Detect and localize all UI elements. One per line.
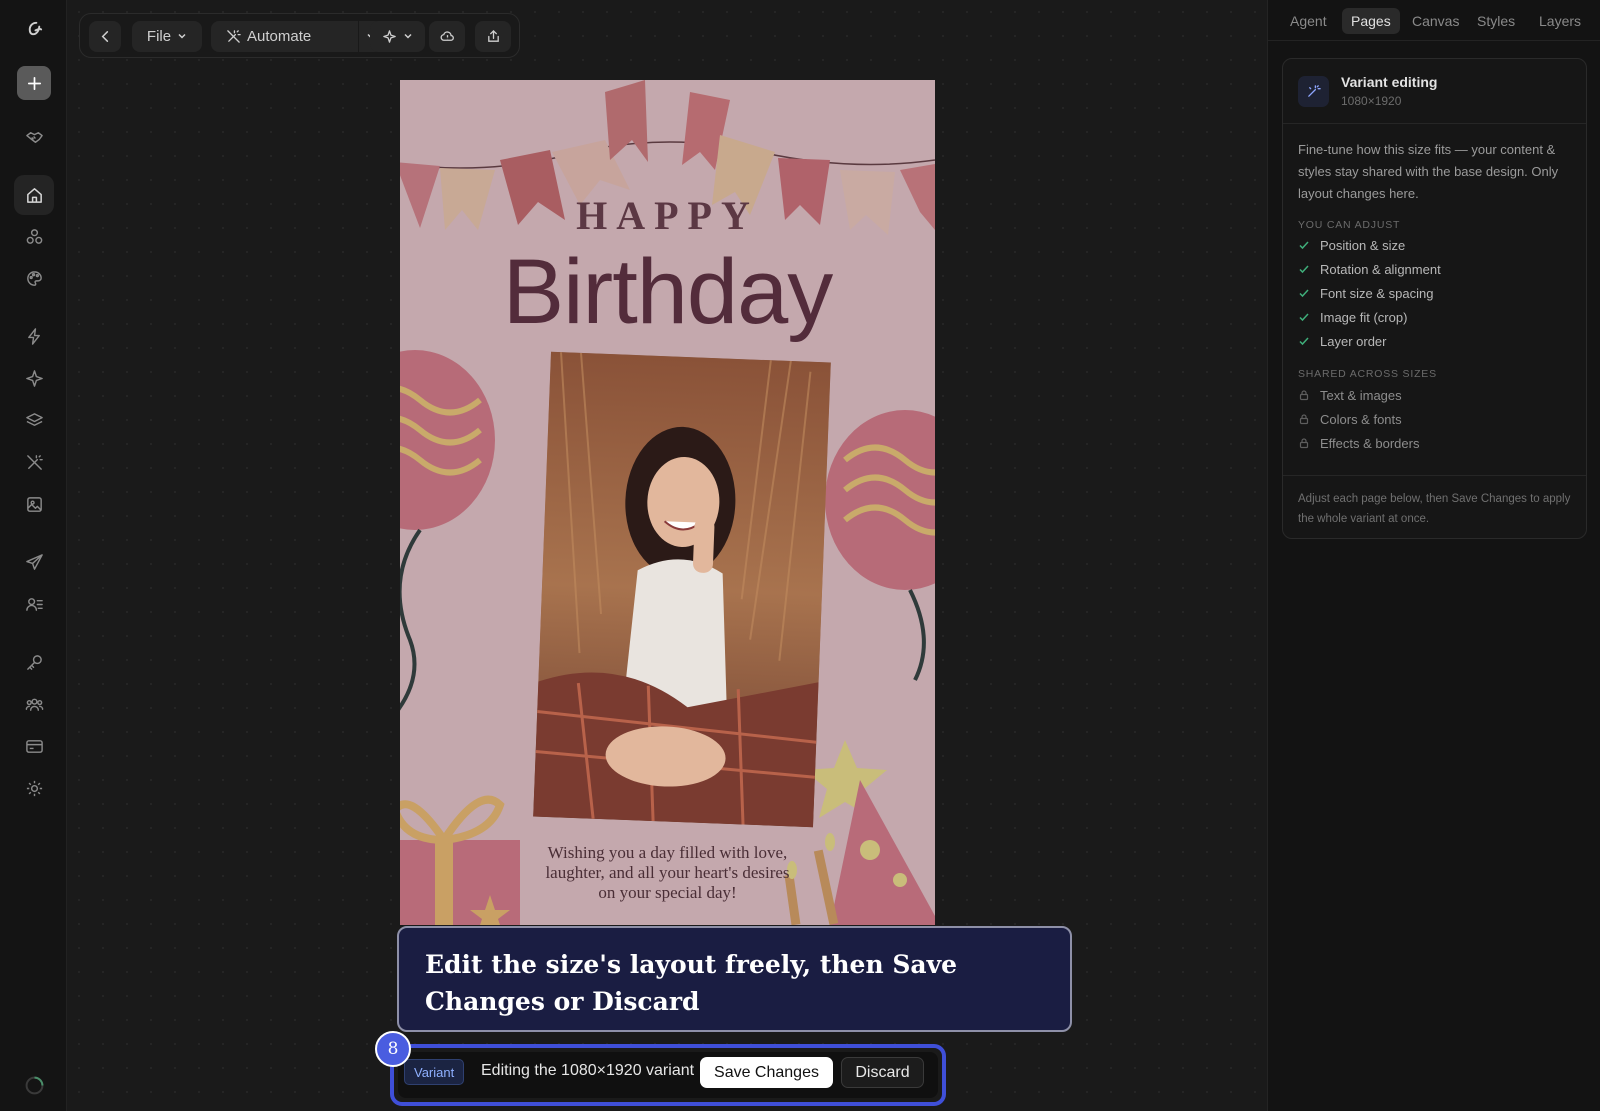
design-message-line: Wishing you a day filled with love, <box>547 843 788 862</box>
shapes-icon[interactable] <box>19 221 49 251</box>
automate-label: Automate <box>247 28 312 45</box>
app-root: File Automate HAPPY Birthday Wishing you… <box>0 0 1600 1111</box>
check-icon <box>1298 263 1310 275</box>
design-message-line: on your special day! <box>598 883 737 902</box>
layers-icon[interactable] <box>19 405 49 435</box>
app-logo-icon[interactable] <box>19 13 49 43</box>
check-icon <box>1298 335 1310 347</box>
key-icon[interactable] <box>19 647 49 677</box>
magic-wand-icon <box>1298 76 1329 107</box>
chevron-left-icon <box>101 31 108 42</box>
send-icon[interactable] <box>19 547 49 577</box>
design-message[interactable]: Wishing you a day filled with love, laug… <box>500 843 835 903</box>
lock-icon <box>1298 437 1310 449</box>
shared-item-label: Colors & fonts <box>1320 411 1402 427</box>
design-heading-birthday[interactable]: Birthday <box>400 240 935 345</box>
tooltip-text: Edit the size's layout freely, then Save… <box>425 950 958 1016</box>
variant-status-text: Editing the 1080×1920 variant <box>481 1062 695 1079</box>
portrait-photo-illustration <box>533 351 831 828</box>
variant-tag: Variant <box>404 1059 465 1085</box>
file-menu-label: File <box>146 28 172 45</box>
shared-item: Text & images <box>1298 385 1402 405</box>
variant-editing-card: Variant editing 1080×1920 Fine-tune how … <box>1282 58 1587 539</box>
shared-item-label: Text & images <box>1320 387 1402 403</box>
save-changes-button[interactable]: Save Changes <box>700 1057 833 1088</box>
chevron-down-icon <box>403 28 413 45</box>
cloud-sync-button[interactable] <box>429 21 465 52</box>
home-icon[interactable] <box>14 175 54 215</box>
tab-canvas[interactable]: Canvas <box>1403 8 1468 34</box>
right-panel: Agent Pages Canvas Styles Layers Variant… <box>1267 0 1600 1111</box>
palette-icon[interactable] <box>19 263 49 293</box>
design-message-line: laughter, and all your heart's desires <box>545 863 790 882</box>
shared-item: Effects & borders <box>1298 433 1419 453</box>
card-footer-hint: Adjust each page below, then Save Change… <box>1283 475 1586 542</box>
lightning-icon[interactable] <box>19 321 49 351</box>
check-icon <box>1298 287 1310 299</box>
contacts-icon[interactable] <box>19 589 49 619</box>
card-description: Fine-tune how this size fits — your cont… <box>1298 142 1559 201</box>
variant-bar-highlight: Variant Editing the 1080×1920 variant Sa… <box>390 1044 946 1106</box>
card-header: Variant editing 1080×1920 <box>1283 59 1586 124</box>
design-heading-happy[interactable]: HAPPY <box>400 192 935 239</box>
adjust-item-label: Rotation & alignment <box>1320 261 1441 277</box>
team-icon[interactable] <box>19 689 49 719</box>
sparkle-icon <box>383 30 396 43</box>
lock-icon <box>1298 413 1310 425</box>
adjust-item-label: Image fit (crop) <box>1320 309 1408 325</box>
lock-icon <box>1298 389 1310 401</box>
tab-styles[interactable]: Styles <box>1468 8 1524 34</box>
shared-item-label: Effects & borders <box>1320 435 1420 451</box>
share-export-button[interactable] <box>475 21 511 52</box>
sparkle-icon[interactable] <box>19 363 49 393</box>
card-subtitle: 1080×1920 <box>1341 94 1402 108</box>
card-title: Variant editing <box>1341 74 1438 90</box>
billing-card-icon[interactable] <box>19 731 49 761</box>
magic-wand-off-icon[interactable] <box>19 447 49 477</box>
adjust-heading: YOU CAN ADJUST <box>1298 219 1401 231</box>
adjust-item: Layer order <box>1298 331 1386 351</box>
adjust-item-label: Position & size <box>1320 237 1406 253</box>
left-rail <box>0 0 67 1111</box>
adjust-item: Position & size <box>1298 235 1405 255</box>
wand-off-icon <box>227 30 241 43</box>
cloud-alert-icon <box>440 31 454 41</box>
back-button[interactable] <box>89 21 121 52</box>
adjust-item: Rotation & alignment <box>1298 259 1441 279</box>
settings-gear-icon[interactable] <box>19 773 49 803</box>
shared-heading: SHARED ACROSS SIZES <box>1298 368 1437 380</box>
adjust-item-label: Layer order <box>1320 333 1387 349</box>
tab-agent[interactable]: Agent <box>1281 8 1336 34</box>
panel-tabs: Agent Pages Canvas Styles Layers <box>1268 0 1600 41</box>
automate-button[interactable]: Automate <box>211 21 358 52</box>
step-number-badge: 8 <box>375 1031 411 1067</box>
adjust-item-label: Font size & spacing <box>1320 285 1434 301</box>
share-icon <box>487 29 499 42</box>
image-icon[interactable] <box>19 489 49 519</box>
design-photo[interactable] <box>533 351 831 828</box>
tab-layers[interactable]: Layers <box>1530 8 1590 34</box>
shared-item: Colors & fonts <box>1298 409 1402 429</box>
design-artboard[interactable]: HAPPY Birthday Wishing you a day filled … <box>400 80 935 925</box>
tab-pages[interactable]: Pages <box>1342 8 1400 34</box>
handshake-icon[interactable] <box>19 122 49 152</box>
add-icon[interactable] <box>17 66 51 100</box>
variant-bar: Variant Editing the 1080×1920 variant Sa… <box>398 1052 938 1098</box>
check-icon <box>1298 239 1310 251</box>
onboarding-tooltip: Edit the size's layout freely, then Save… <box>397 926 1072 1032</box>
chevron-down-icon <box>177 28 187 45</box>
adjust-item: Font size & spacing <box>1298 283 1433 303</box>
discard-button[interactable]: Discard <box>841 1057 924 1088</box>
adjust-item: Image fit (crop) <box>1298 307 1407 327</box>
check-icon <box>1298 311 1310 323</box>
loading-spinner-icon <box>19 1070 49 1100</box>
ai-sparkle-menu-button[interactable] <box>370 21 425 52</box>
file-menu-button[interactable]: File <box>132 21 202 52</box>
top-toolbar: File Automate <box>79 13 520 58</box>
